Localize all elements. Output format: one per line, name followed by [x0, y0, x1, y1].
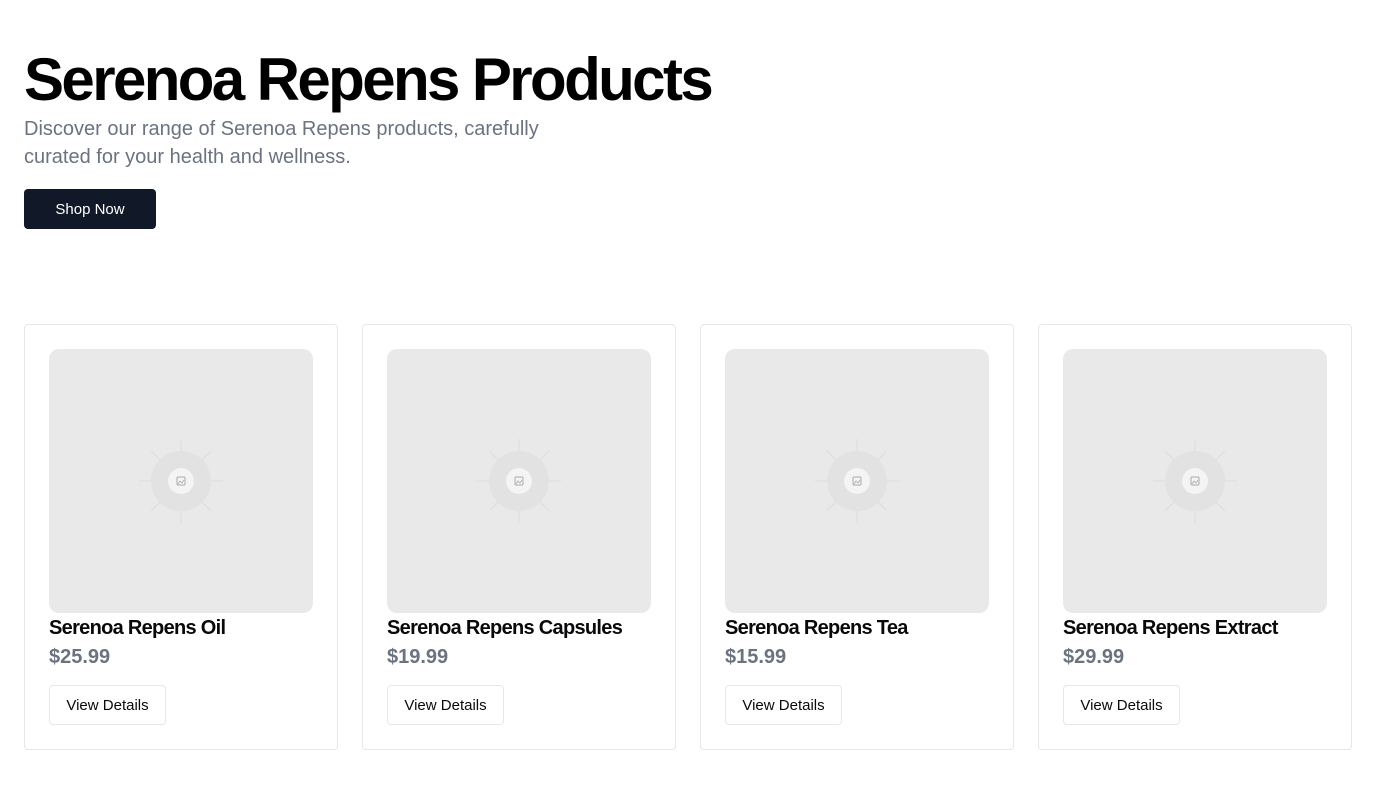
image-placeholder-icon	[815, 439, 899, 523]
product-card: Serenoa Repens Capsules $19.99 View Deta…	[362, 324, 676, 750]
image-placeholder-icon	[1153, 439, 1237, 523]
product-card: Serenoa Repens Tea $15.99 View Details	[700, 324, 1014, 750]
view-details-button[interactable]: View Details	[49, 685, 166, 725]
view-details-button[interactable]: View Details	[725, 685, 842, 725]
product-image	[49, 349, 313, 613]
product-grid: Serenoa Repens Oil $25.99 View Details S…	[24, 324, 1352, 750]
product-name: Serenoa Repens Capsules	[387, 617, 623, 639]
image-placeholder-icon	[477, 439, 561, 523]
product-price: $15.99	[725, 646, 787, 668]
product-card: Serenoa Repens Oil $25.99 View Details	[24, 324, 338, 750]
product-name: Serenoa Repens Tea	[725, 617, 908, 639]
product-image	[725, 349, 989, 613]
hero-section: Serenoa Repens Products Discover our ran…	[24, 0, 1352, 229]
product-image	[1063, 349, 1327, 613]
image-placeholder-icon	[139, 439, 223, 523]
product-price: $29.99	[1063, 646, 1125, 668]
page-title: Serenoa Repens Products	[24, 46, 714, 113]
view-details-button[interactable]: View Details	[387, 685, 504, 725]
hero-subtitle: Discover our range of Serenoa Repens pro…	[24, 118, 539, 168]
product-price: $25.99	[49, 646, 111, 668]
product-image	[387, 349, 651, 613]
page: Serenoa Repens Products Discover our ran…	[0, 0, 1376, 798]
view-details-button[interactable]: View Details	[1063, 685, 1180, 725]
shop-now-button[interactable]: Shop Now	[24, 189, 156, 229]
product-name: Serenoa Repens Oil	[49, 617, 226, 639]
product-price: $19.99	[387, 646, 449, 668]
product-name: Serenoa Repens Extract	[1063, 617, 1278, 639]
product-card: Serenoa Repens Extract $29.99 View Detai…	[1038, 324, 1352, 750]
